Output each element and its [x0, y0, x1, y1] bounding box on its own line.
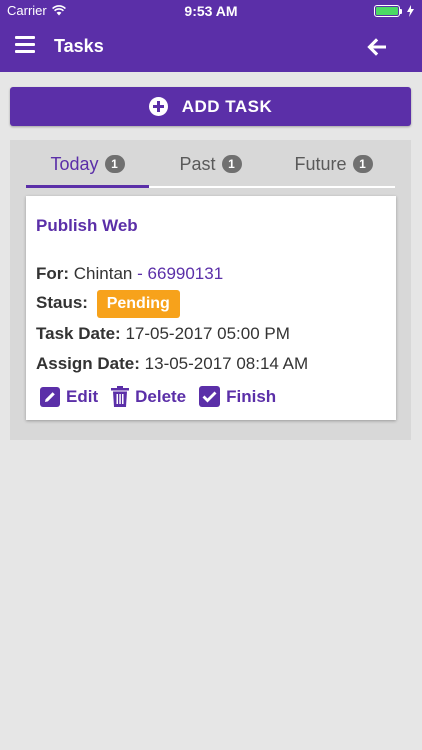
tab-label: Today: [50, 153, 99, 174]
tab-future[interactable]: Future 1: [272, 140, 395, 188]
charging-icon: [407, 5, 414, 17]
count-badge: 1: [104, 155, 125, 173]
assignee-phone-link[interactable]: 66990131: [148, 264, 224, 283]
task-date-label: Task Date:: [36, 324, 121, 343]
pencil-icon: [40, 386, 60, 407]
assign-date-value: 13-05-2017 08:14 AM: [144, 354, 309, 373]
add-task-label: ADD TASK: [181, 96, 273, 116]
assign-date-label: Assign Date:: [36, 354, 140, 373]
task-status-row: Staus: Pending: [36, 290, 180, 318]
task-card: Publish Web For: Chintan - 66990131 Stau…: [26, 196, 396, 420]
task-date-row: Task Date: 17-05-2017 05:00 PM: [36, 324, 290, 344]
tab-label: Past: [179, 153, 216, 174]
status-label: Staus:: [36, 293, 88, 312]
count-badge: 1: [352, 155, 373, 173]
tab-bar: Today 1 Past 1 Future 1: [26, 140, 395, 188]
checkbox-icon: [199, 386, 221, 407]
tab-past[interactable]: Past 1: [149, 140, 272, 188]
task-actions: Edit Delete Finish: [40, 386, 276, 407]
clock: 9:53 AM: [184, 3, 238, 19]
task-title: Publish Web: [36, 216, 138, 235]
battery-icon: [374, 5, 402, 17]
edit-label: Edit: [66, 386, 99, 406]
trash-icon: [111, 386, 130, 407]
status-bar: Carrier 9:53 AM: [0, 0, 422, 22]
page-title: Tasks: [54, 36, 104, 56]
task-for-row: For: Chintan - 66990131: [36, 264, 223, 284]
app-bar: Tasks: [0, 22, 422, 72]
plus-circle-icon: [148, 97, 168, 116]
for-label: For:: [36, 264, 70, 283]
status-indicators: [374, 5, 414, 17]
tab-today[interactable]: Today 1: [26, 140, 149, 188]
tasks-panel: Today 1 Past 1 Future 1 Publish Web For:…: [10, 140, 411, 440]
edit-button[interactable]: Edit: [40, 386, 98, 407]
count-badge: 1: [221, 155, 242, 173]
delete-label: Delete: [135, 386, 187, 406]
status-badge: Pending: [96, 290, 180, 318]
menu-icon[interactable]: [15, 36, 35, 56]
tab-label: Future: [294, 153, 347, 174]
delete-button[interactable]: Delete: [111, 386, 186, 407]
assignee-name: Chintan: [73, 264, 133, 283]
task-date-value: 17-05-2017 05:00 PM: [125, 324, 290, 343]
back-arrow-icon[interactable]: [365, 35, 389, 59]
finish-label: Finish: [226, 386, 277, 406]
finish-button[interactable]: Finish: [199, 386, 276, 407]
for-separator: -: [137, 264, 143, 283]
assign-date-row: Assign Date: 13-05-2017 08:14 AM: [36, 354, 308, 374]
add-task-button[interactable]: ADD TASK: [10, 87, 411, 126]
top-bar: Carrier 9:53 AM Tasks: [0, 0, 422, 72]
